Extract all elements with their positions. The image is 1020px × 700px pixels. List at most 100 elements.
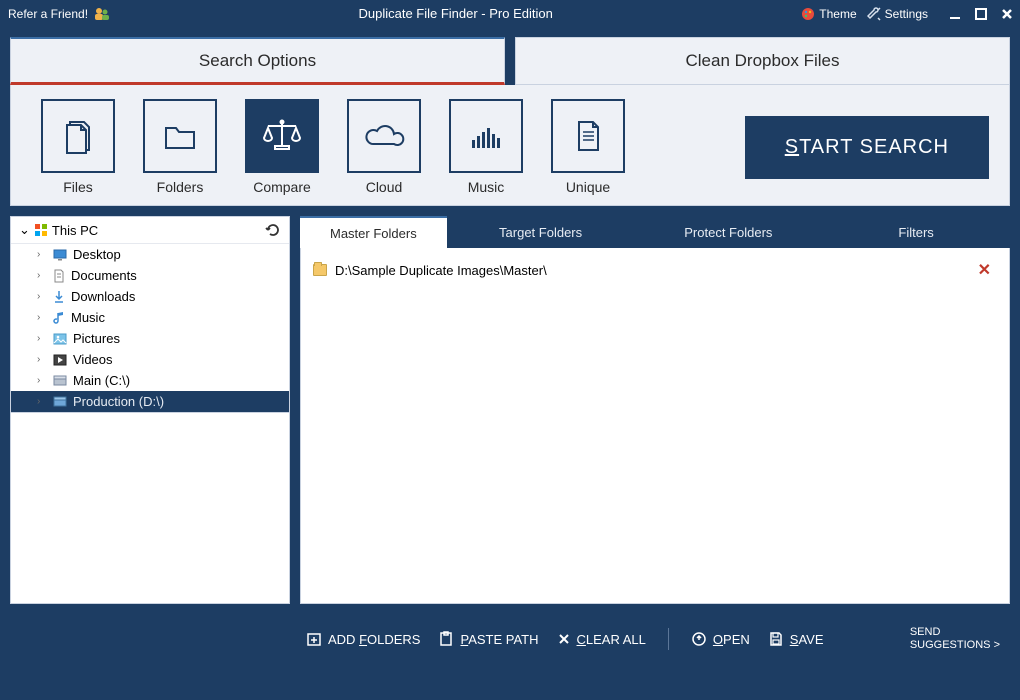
send-suggestions-button[interactable]: SEND SUGGESTIONS > <box>910 626 1000 652</box>
category-cloud[interactable]: Cloud <box>347 99 421 195</box>
tree-item-label: Main (C:\) <box>73 373 130 388</box>
subtab-target-folders[interactable]: Target Folders <box>447 216 635 248</box>
open-button[interactable]: OPEN <box>691 631 750 647</box>
suggestions-label: SUGGESTIONS > <box>910 639 1000 652</box>
maximize-button[interactable] <box>974 7 988 21</box>
chevron-right-icon: › <box>37 396 47 407</box>
videos-icon <box>53 354 67 366</box>
refer-friend-link[interactable]: Refer a Friend! <box>0 7 110 21</box>
folder-row[interactable]: D:\Sample Duplicate Images\Master\ ✕ <box>313 256 997 284</box>
category-folders[interactable]: Folders <box>143 99 217 195</box>
category-files[interactable]: Files <box>41 99 115 195</box>
drive-icon <box>53 375 67 387</box>
settings-button[interactable]: Settings <box>867 7 928 21</box>
chevron-right-icon: › <box>37 249 47 260</box>
tree-item-videos[interactable]: › Videos <box>11 349 289 370</box>
add-folders-button[interactable]: ADD FOLDERS <box>306 631 420 647</box>
tree-item-drive-d[interactable]: › Production (D:\) <box>11 391 289 412</box>
add-folder-icon <box>306 631 322 647</box>
tree-item-downloads[interactable]: › Downloads <box>11 286 289 307</box>
category-unique[interactable]: Unique <box>551 99 625 195</box>
pictures-icon <box>53 333 67 345</box>
category-music[interactable]: Music <box>449 99 523 195</box>
documents-icon <box>53 269 65 283</box>
tree-item-label: Desktop <box>73 247 121 262</box>
paste-path-button[interactable]: PASTE PATH <box>438 631 538 647</box>
tree-item-label: Production (D:\) <box>73 394 164 409</box>
theme-label: Theme <box>819 7 856 21</box>
settings-label: Settings <box>885 7 928 21</box>
drive-icon <box>53 396 67 408</box>
category-cloud-label: Cloud <box>366 179 403 195</box>
windows-icon <box>34 223 48 237</box>
subtab-master-folders[interactable]: Master Folders <box>300 216 447 248</box>
subtab-protect-folders[interactable]: Protect Folders <box>634 216 822 248</box>
chevron-down-icon: ⌄ <box>19 222 30 238</box>
people-icon <box>94 7 110 21</box>
category-unique-label: Unique <box>566 179 610 195</box>
cloud-icon <box>360 114 408 158</box>
chevron-right-icon: › <box>37 375 47 386</box>
category-bar: Files Folders Compare Cloud Music Unique… <box>10 85 1010 206</box>
chevron-right-icon: › <box>37 270 47 281</box>
category-folders-label: Folders <box>157 179 204 195</box>
folder-subtabs: Master Folders Target Folders Protect Fo… <box>300 216 1010 248</box>
save-button[interactable]: SAVE <box>768 631 824 647</box>
folder-list: D:\Sample Duplicate Images\Master\ ✕ <box>300 248 1010 604</box>
downloads-icon <box>53 290 65 304</box>
tree-item-drive-c[interactable]: › Main (C:\) <box>11 370 289 391</box>
chevron-right-icon: › <box>37 291 47 302</box>
folder-icon <box>313 264 327 276</box>
folders-icon <box>158 114 202 158</box>
desktop-icon <box>53 249 67 261</box>
tree-preview-pane <box>11 412 289 603</box>
tree-item-label: Downloads <box>71 289 135 304</box>
chevron-right-icon: › <box>37 312 47 323</box>
tree-item-label: Pictures <box>73 331 120 346</box>
open-icon <box>691 631 707 647</box>
chevron-right-icon: › <box>37 333 47 344</box>
files-icon <box>56 114 100 158</box>
close-button[interactable] <box>1000 7 1014 21</box>
category-compare-label: Compare <box>253 179 311 195</box>
tree-item-label: Videos <box>73 352 113 367</box>
tab-search-options[interactable]: Search Options <box>10 37 505 85</box>
folder-path: D:\Sample Duplicate Images\Master\ <box>335 263 547 278</box>
main-tabs: Search Options Clean Dropbox Files <box>0 27 1020 85</box>
tree-root-label: This PC <box>52 223 98 238</box>
tree-item-pictures[interactable]: › Pictures <box>11 328 289 349</box>
palette-icon <box>801 7 815 21</box>
category-files-label: Files <box>63 179 93 195</box>
subtab-filters[interactable]: Filters <box>822 216 1010 248</box>
clipboard-icon <box>438 631 454 647</box>
theme-button[interactable]: Theme <box>801 7 856 21</box>
chevron-right-icon: › <box>37 354 47 365</box>
save-icon <box>768 631 784 647</box>
tree-item-desktop[interactable]: › Desktop <box>11 244 289 265</box>
title-bar: Refer a Friend! Duplicate File Finder - … <box>0 0 1020 27</box>
wrench-icon <box>867 7 881 21</box>
tab-clean-dropbox[interactable]: Clean Dropbox Files <box>515 37 1010 85</box>
tree-item-label: Documents <box>71 268 137 283</box>
refer-friend-label: Refer a Friend! <box>8 7 88 21</box>
minimize-button[interactable] <box>948 7 962 21</box>
refresh-button[interactable] <box>265 222 281 238</box>
app-title: Duplicate File Finder - Pro Edition <box>110 6 801 21</box>
action-divider <box>668 628 669 650</box>
send-label: SEND <box>910 626 1000 639</box>
unique-icon <box>566 114 610 158</box>
tree-item-label: Music <box>71 310 105 325</box>
music-note-icon <box>53 311 65 325</box>
action-bar: ADD FOLDERS PASTE PATH CLEAR ALL OPEN SA… <box>300 614 1010 664</box>
music-icon <box>464 114 508 158</box>
tree-list: › Desktop › Documents › Downloads › Music › P… <box>11 244 289 412</box>
compare-icon <box>258 114 306 158</box>
clear-all-button[interactable]: CLEAR ALL <box>557 632 646 647</box>
tree-item-music[interactable]: › Music <box>11 307 289 328</box>
remove-folder-button[interactable]: ✕ <box>978 260 997 280</box>
start-search-button[interactable]: START SEARCH <box>745 116 989 179</box>
category-compare[interactable]: Compare <box>245 99 319 195</box>
clear-icon <box>557 632 571 646</box>
tree-item-documents[interactable]: › Documents <box>11 265 289 286</box>
tree-root[interactable]: ⌄ This PC <box>11 217 289 244</box>
